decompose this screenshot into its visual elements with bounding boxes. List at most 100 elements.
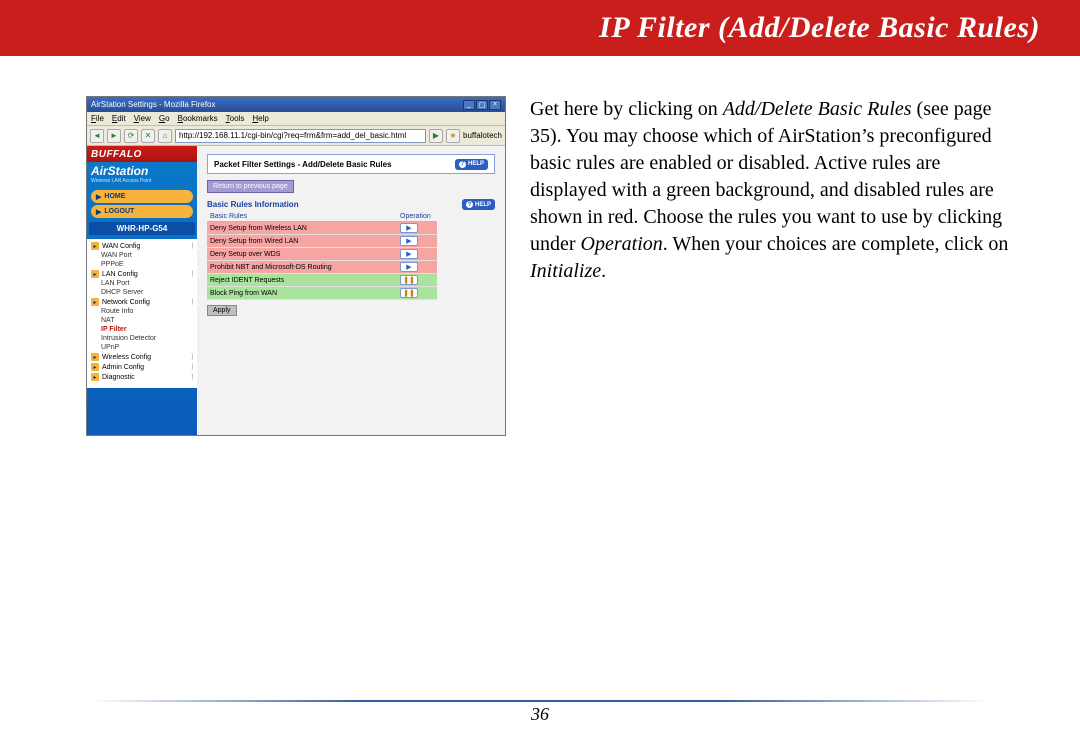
play-icon[interactable]: ▶ <box>400 236 418 246</box>
nav-end-icon: ] <box>191 364 193 370</box>
menu-go[interactable]: Go <box>159 114 170 123</box>
banner: IP Filter (Add/Delete Basic Rules) <box>0 0 1080 56</box>
pause-icon[interactable]: ❚❚ <box>400 288 418 298</box>
footer: 36 <box>0 700 1080 725</box>
rule-op: ▶ <box>397 248 437 261</box>
play-icon[interactable]: ▶ <box>400 249 418 259</box>
explain-paragraph: Get here by clicking on Add/Delete Basic… <box>530 96 1020 436</box>
sidebar-subitem[interactable]: Route Info <box>87 307 197 316</box>
model-label: WHR-HP-G54 <box>89 222 195 235</box>
page-header: Packet Filter Settings - Add/Delete Basi… <box>207 154 495 174</box>
browser-content: BUFFALO AirStation Wireless LAN Access P… <box>87 146 505 435</box>
home-button[interactable]: ▶HOME <box>91 190 193 203</box>
sidebar-subitem[interactable]: PPPoE <box>87 260 197 269</box>
chevron-right-icon: ▸ <box>91 373 99 381</box>
maximize-icon[interactable]: ▢ <box>476 100 488 110</box>
menu-view[interactable]: View <box>134 114 151 123</box>
close-icon[interactable]: × <box>489 100 501 110</box>
rule-name: Block Ping from WAN <box>207 287 397 300</box>
window-title: AirStation Settings - Mozilla Firefox <box>91 100 216 109</box>
sidebar-subitem[interactable]: IP Filter <box>87 325 197 334</box>
nav-end-icon: ] <box>191 354 193 360</box>
rule-name: Prohibit NBT and Microsoft-DS Routing <box>207 261 397 274</box>
forward-icon[interactable]: ► <box>107 129 121 143</box>
bookmark-icon[interactable]: ★ <box>446 129 460 143</box>
menu-tools[interactable]: Tools <box>226 114 245 123</box>
help-badge-small[interactable]: HELP <box>462 199 495 210</box>
chevron-right-icon: ▸ <box>91 298 99 306</box>
table-row: Deny Setup from Wireless LAN▶ <box>207 222 437 235</box>
window-controls: _ ▢ × <box>463 100 501 110</box>
page-number: 36 <box>531 704 549 725</box>
rule-name: Deny Setup over WDS <box>207 248 397 261</box>
home-icon[interactable]: ⌂ <box>158 129 172 143</box>
rule-op: ▶ <box>397 235 437 248</box>
sidebar-item[interactable]: ▸Wireless Config] <box>87 352 197 362</box>
home-label: HOME <box>104 193 125 200</box>
play-icon[interactable]: ▶ <box>400 223 418 233</box>
nav-label: Route Info <box>101 308 133 315</box>
sidebar-subitem[interactable]: WAN Port <box>87 251 197 260</box>
address-bar[interactable]: http://192.168.11.1/cgi-bin/cgi?req=frm&… <box>175 129 426 143</box>
help-badge[interactable]: HELP <box>455 159 488 170</box>
sidebar: BUFFALO AirStation Wireless LAN Access P… <box>87 146 197 435</box>
menu-bookmarks[interactable]: Bookmarks <box>178 114 218 123</box>
nav-label: LAN Port <box>101 280 129 287</box>
nav-label: IP Filter <box>101 326 127 333</box>
sidebar-subitem[interactable]: DHCP Server <box>87 288 197 297</box>
logout-label: LOGOUT <box>104 208 134 215</box>
browser-toolbar: ◄ ► ⟳ ✕ ⌂ http://192.168.11.1/cgi-bin/cg… <box>87 126 505 146</box>
nav-label: WAN Config <box>102 243 140 250</box>
col-op: Operation <box>397 212 437 222</box>
sidebar-item[interactable]: ▸Network Config] <box>87 297 197 307</box>
nav-end-icon: ] <box>191 243 193 249</box>
sidebar-subitem[interactable]: LAN Port <box>87 279 197 288</box>
menu-edit[interactable]: Edit <box>112 114 126 123</box>
rules-table: Basic Rules Operation Deny Setup from Wi… <box>207 212 437 300</box>
rule-op: ▶ <box>397 261 437 274</box>
nav-label: Intrusion Detector <box>101 335 156 342</box>
reload-icon[interactable]: ⟳ <box>124 129 138 143</box>
chevron-right-icon: ▸ <box>91 363 99 371</box>
sidebar-item[interactable]: ▸Diagnostic] <box>87 372 197 382</box>
text: . When your choices are complete, click … <box>663 233 1009 255</box>
sidebar-item[interactable]: ▸WAN Config] <box>87 241 197 251</box>
menu-file[interactable]: File <box>91 114 104 123</box>
browser-menubar: File Edit View Go Bookmarks Tools Help <box>87 112 505 126</box>
sidebar-item[interactable]: ▸Admin Config] <box>87 362 197 372</box>
table-row: Deny Setup over WDS▶ <box>207 248 437 261</box>
nav-label: Wireless Config <box>102 354 151 361</box>
chevron-right-icon: ▸ <box>91 270 99 278</box>
chevron-right-icon: ▶ <box>96 193 101 201</box>
chevron-right-icon: ▸ <box>91 242 99 250</box>
pause-icon[interactable]: ❚❚ <box>400 275 418 285</box>
screenshot: AirStation Settings - Mozilla Firefox _ … <box>86 96 506 436</box>
page-body: AirStation Settings - Mozilla Firefox _ … <box>0 56 1080 436</box>
nav-end-icon: ] <box>191 299 193 305</box>
text: Get here by clicking on <box>530 98 723 120</box>
nav-label: PPPoE <box>101 261 124 268</box>
play-icon[interactable]: ▶ <box>400 262 418 272</box>
nav-end-icon: ] <box>191 374 193 380</box>
sidebar-subitem[interactable]: NAT <box>87 316 197 325</box>
sidebar-nav: ▸WAN Config]WAN PortPPPoE▸LAN Config]LAN… <box>87 239 197 388</box>
apply-button[interactable]: Apply <box>207 305 237 316</box>
stop-icon[interactable]: ✕ <box>141 129 155 143</box>
logout-button[interactable]: ▶LOGOUT <box>91 205 193 218</box>
text-italic: Add/Delete Basic Rules <box>723 98 912 120</box>
menu-help[interactable]: Help <box>252 114 268 123</box>
banner-title: IP Filter (Add/Delete Basic Rules) <box>599 11 1040 45</box>
col-rule: Basic Rules <box>207 212 397 222</box>
back-icon[interactable]: ◄ <box>90 129 104 143</box>
rule-name: Reject IDENT Requests <box>207 274 397 287</box>
return-button[interactable]: Return to previous page <box>207 180 294 193</box>
rule-op: ❚❚ <box>397 287 437 300</box>
bookmark-label[interactable]: buffalotech <box>463 131 502 140</box>
minimize-icon[interactable]: _ <box>463 100 475 110</box>
text: (see page 35). You may choose which of A… <box>530 98 1002 255</box>
sidebar-subitem[interactable]: Intrusion Detector <box>87 334 197 343</box>
go-icon[interactable]: ▶ <box>429 129 443 143</box>
sidebar-subitem[interactable]: UPnP <box>87 343 197 352</box>
sidebar-item[interactable]: ▸LAN Config] <box>87 269 197 279</box>
table-row: Reject IDENT Requests❚❚ <box>207 274 437 287</box>
